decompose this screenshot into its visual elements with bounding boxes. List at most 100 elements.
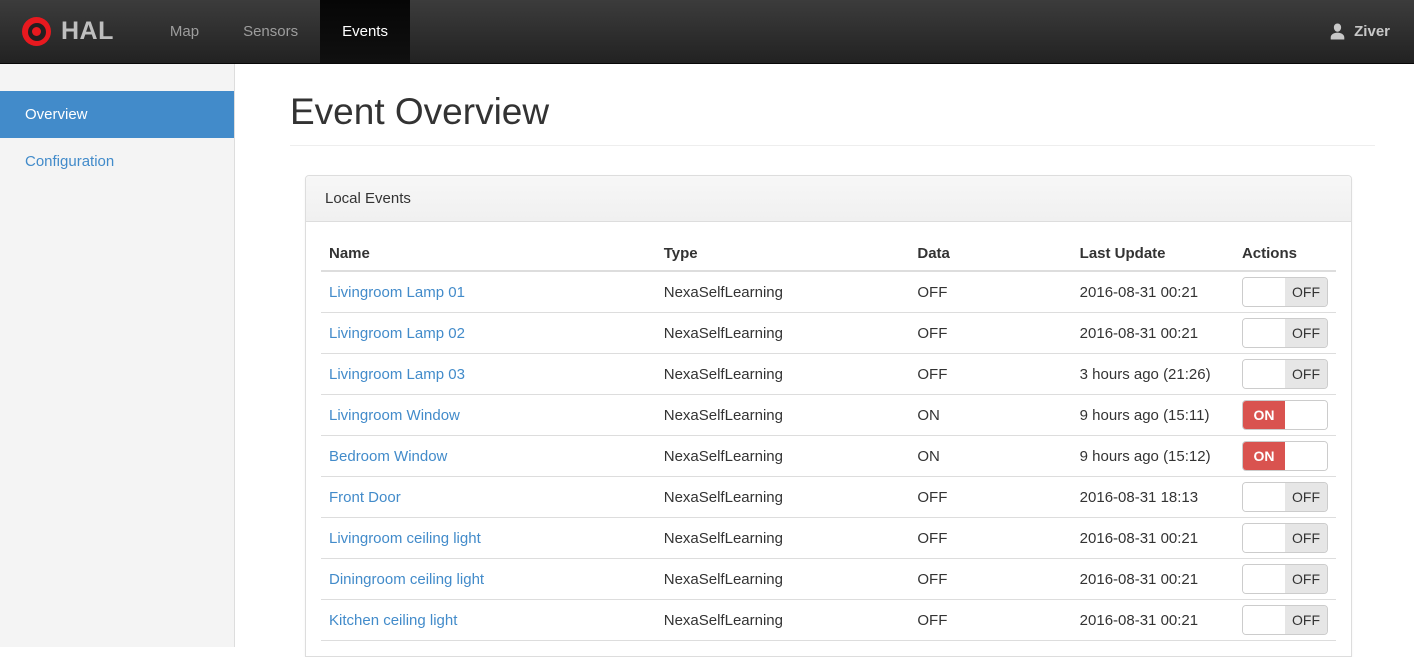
event-data: OFF [909, 558, 1072, 600]
event-data: OFF [909, 353, 1072, 395]
power-toggle[interactable]: OFF [1242, 359, 1328, 389]
event-name-link[interactable]: Kitchen ceiling light [329, 612, 457, 629]
event-last-update: 2016-08-31 18:13 [1071, 476, 1234, 518]
panel-heading: Local Events [306, 176, 1351, 222]
event-type: NexaSelfLearning [655, 599, 910, 641]
toggle-handle [1285, 401, 1327, 429]
event-name-link[interactable]: Livingroom Window [329, 407, 460, 424]
event-name-link[interactable]: Livingroom Lamp 01 [329, 284, 465, 301]
event-actions-cell: OFF [1233, 517, 1336, 559]
toggle-handle [1243, 360, 1285, 388]
table-row: Livingroom ceiling light NexaSelfLearnin… [321, 517, 1336, 559]
events-table: Name Type Data Last Update Actions Livin… [321, 237, 1336, 641]
nav-item-events[interactable]: Events [320, 0, 410, 63]
event-name-cell: Livingroom ceiling light [321, 517, 656, 559]
event-data: OFF [909, 271, 1072, 313]
toggle-state-label: OFF [1285, 278, 1327, 306]
event-data: OFF [909, 517, 1072, 559]
brand[interactable]: HAL [0, 0, 134, 63]
table-row: Front Door NexaSelfLearning OFF 2016-08-… [321, 476, 1336, 518]
event-name-cell: Livingroom Window [321, 394, 656, 436]
event-data: OFF [909, 312, 1072, 354]
table-row: Bedroom Window NexaSelfLearning ON 9 hou… [321, 435, 1336, 477]
col-header-name: Name [321, 237, 656, 272]
sidebar-item-overview[interactable]: Overview [0, 91, 234, 138]
toggle-state-label: OFF [1285, 565, 1327, 593]
event-type: NexaSelfLearning [655, 435, 910, 477]
col-header-actions: Actions [1233, 237, 1336, 272]
event-last-update: 9 hours ago (15:12) [1071, 435, 1234, 477]
event-actions-cell: OFF [1233, 353, 1336, 395]
event-actions-cell: OFF [1233, 558, 1336, 600]
event-name-cell: Diningroom ceiling light [321, 558, 656, 600]
person-icon [1329, 23, 1346, 40]
events-table-body: Livingroom Lamp 01 NexaSelfLearning OFF … [321, 271, 1336, 641]
power-toggle[interactable]: ON [1242, 441, 1328, 471]
toggle-handle [1285, 442, 1327, 470]
col-header-type: Type [655, 237, 910, 272]
event-name-link[interactable]: Bedroom Window [329, 448, 447, 465]
user-name: Ziver [1354, 23, 1390, 40]
nav-item-sensors[interactable]: Sensors [221, 0, 320, 63]
table-row: Livingroom Lamp 01 NexaSelfLearning OFF … [321, 271, 1336, 313]
event-last-update: 2016-08-31 00:21 [1071, 312, 1234, 354]
event-name-link[interactable]: Livingroom Lamp 02 [329, 325, 465, 342]
panel-body: Name Type Data Last Update Actions Livin… [306, 222, 1351, 656]
col-header-data: Data [909, 237, 1072, 272]
nav-item-map[interactable]: Map [148, 0, 221, 63]
event-last-update: 9 hours ago (15:11) [1071, 394, 1234, 436]
power-toggle[interactable]: OFF [1242, 482, 1328, 512]
toggle-state-label: OFF [1285, 524, 1327, 552]
power-toggle[interactable]: OFF [1242, 564, 1328, 594]
top-navbar: HAL Map Sensors Events Ziver [0, 0, 1414, 64]
event-name-link[interactable]: Livingroom Lamp 03 [329, 366, 465, 383]
user-menu[interactable]: Ziver [1305, 0, 1414, 63]
toggle-state-label: OFF [1285, 319, 1327, 347]
power-toggle[interactable]: OFF [1242, 605, 1328, 635]
event-type: NexaSelfLearning [655, 517, 910, 559]
col-header-last-update: Last Update [1071, 237, 1234, 272]
panel-wrapper: Local Events Name Type Data Last Update [305, 175, 1352, 657]
event-type: NexaSelfLearning [655, 353, 910, 395]
toggle-state-label: ON [1243, 401, 1285, 429]
toggle-state-label: ON [1243, 442, 1285, 470]
event-type: NexaSelfLearning [655, 312, 910, 354]
event-name-link[interactable]: Livingroom ceiling light [329, 530, 481, 547]
event-name-cell: Front Door [321, 476, 656, 518]
page-body: Overview Configuration Event Overview Lo… [0, 64, 1414, 657]
toggle-handle [1243, 565, 1285, 593]
event-actions-cell: OFF [1233, 599, 1336, 641]
event-name-cell: Livingroom Lamp 02 [321, 312, 656, 354]
event-last-update: 2016-08-31 00:21 [1071, 599, 1234, 641]
event-name-link[interactable]: Diningroom ceiling light [329, 571, 484, 588]
main-content: Event Overview Local Events Name Type Da… [235, 64, 1414, 657]
event-last-update: 2016-08-31 00:21 [1071, 517, 1234, 559]
power-toggle[interactable]: OFF [1242, 523, 1328, 553]
event-type: NexaSelfLearning [655, 476, 910, 518]
event-actions-cell: OFF [1233, 271, 1336, 313]
sidebar: Overview Configuration [0, 64, 235, 647]
event-name-cell: Kitchen ceiling light [321, 599, 656, 641]
event-name-cell: Livingroom Lamp 01 [321, 271, 656, 313]
events-table-header: Name Type Data Last Update Actions [321, 237, 1336, 272]
toggle-state-label: OFF [1285, 483, 1327, 511]
local-events-panel: Local Events Name Type Data Last Update [305, 175, 1352, 657]
table-row: Kitchen ceiling light NexaSelfLearning O… [321, 599, 1336, 641]
event-data: OFF [909, 599, 1072, 641]
power-toggle[interactable]: ON [1242, 400, 1328, 430]
power-toggle[interactable]: OFF [1242, 318, 1328, 348]
main-nav: Map Sensors Events [148, 0, 410, 63]
table-row: Livingroom Window NexaSelfLearning ON 9 … [321, 394, 1336, 436]
event-data: OFF [909, 476, 1072, 518]
event-name-cell: Livingroom Lamp 03 [321, 353, 656, 395]
event-data: ON [909, 435, 1072, 477]
event-name-link[interactable]: Front Door [329, 489, 401, 506]
toggle-handle [1243, 606, 1285, 634]
event-actions-cell: ON [1233, 394, 1336, 436]
sidebar-item-configuration[interactable]: Configuration [0, 138, 234, 185]
event-last-update: 3 hours ago (21:26) [1071, 353, 1234, 395]
table-row: Livingroom Lamp 03 NexaSelfLearning OFF … [321, 353, 1336, 395]
event-actions-cell: OFF [1233, 476, 1336, 518]
page-title: Event Overview [290, 91, 1375, 146]
power-toggle[interactable]: OFF [1242, 277, 1328, 307]
